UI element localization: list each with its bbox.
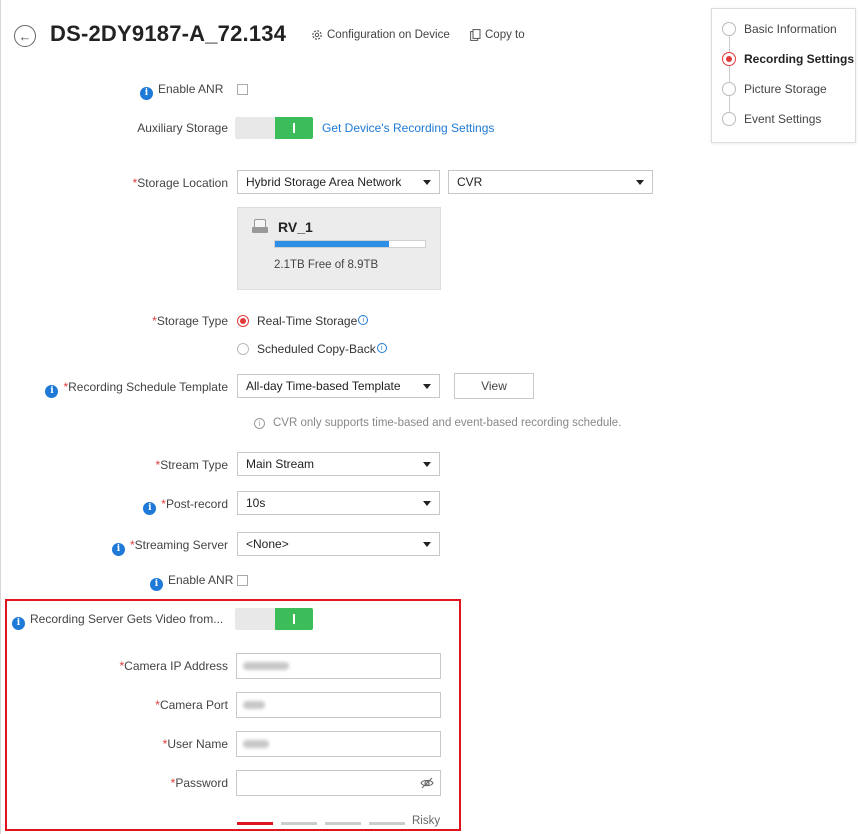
info-icon[interactable]: i: [358, 315, 369, 325]
auxiliary-storage-toggle[interactable]: [235, 117, 313, 139]
copy-to-link[interactable]: Copy to: [470, 29, 525, 41]
nav-item-picture-storage[interactable]: Picture Storage: [722, 82, 827, 96]
view-button[interactable]: View: [454, 373, 534, 399]
nav-item-event-settings[interactable]: Event Settings: [722, 112, 821, 126]
schedule-template-select[interactable]: All-day Time-based Template: [237, 374, 440, 398]
password-strength-segment: [369, 822, 405, 825]
cvr-hint: i CVR only supports time-based and event-…: [254, 417, 621, 429]
caret-down-icon: [423, 461, 431, 467]
password-strength-segment: [281, 822, 317, 825]
info-icon[interactable]: i: [12, 617, 25, 630]
info-icon[interactable]: i: [45, 385, 59, 398]
camera-port-label: *Camera Port: [155, 698, 228, 712]
step-dot-icon: [722, 112, 736, 126]
post-record-label: i *Post-record: [143, 497, 228, 515]
radio-real-time-storage[interactable]: Real-Time Storage i: [237, 314, 369, 328]
caret-down-icon: [636, 179, 644, 185]
storage-card[interactable]: RV_1 2.1TB Free of 8.9TB: [237, 207, 441, 290]
stream-type-select[interactable]: Main Stream: [237, 452, 440, 476]
streaming-server-label: i *Streaming Server: [111, 538, 228, 556]
user-name-label: *User Name: [162, 737, 228, 751]
step-dot-icon: [722, 82, 736, 96]
redacted-value: [243, 662, 289, 670]
configuration-on-device-label: Configuration on Device: [327, 29, 450, 41]
info-icon[interactable]: i: [111, 543, 125, 556]
storage-location-select[interactable]: Hybrid Storage Area Network: [237, 170, 440, 194]
recording-server-label: i Recording Server Gets Video from...: [12, 612, 223, 630]
info-icon[interactable]: i: [150, 578, 163, 591]
auxiliary-storage-label: Auxiliary Storage: [137, 121, 228, 135]
nav-item-basic-information[interactable]: Basic Information: [722, 22, 837, 36]
schedule-template-label: i *Recording Schedule Template: [45, 380, 228, 398]
nav-item-recording-settings[interactable]: Recording Settings: [722, 52, 854, 66]
recording-server-toggle[interactable]: [235, 608, 313, 630]
eye-hidden-icon[interactable]: [420, 777, 434, 789]
arrow-left-icon: ←: [18, 28, 32, 44]
camera-ip-input[interactable]: [236, 653, 441, 679]
copy-icon: [470, 29, 481, 41]
page-title: DS-2DY9187-A_72.134: [50, 21, 287, 46]
get-recording-settings-link[interactable]: Get Device's Recording Settings: [322, 121, 494, 135]
radio-scheduled-copy-back[interactable]: Scheduled Copy-Back i: [237, 342, 387, 356]
camera-ip-label: *Camera IP Address: [119, 659, 229, 673]
storage-name: RV_1: [278, 219, 313, 235]
step-dot-active-icon: [722, 52, 736, 66]
radio-selected-icon: [237, 315, 249, 327]
user-name-input[interactable]: [236, 731, 441, 757]
storage-usage-bar: [274, 240, 426, 248]
info-icon[interactable]: i: [140, 87, 153, 100]
nav-timeline: [729, 35, 730, 123]
page-left-border: [0, 0, 1, 834]
info-icon[interactable]: i: [376, 343, 387, 353]
copy-to-label: Copy to: [485, 29, 525, 41]
stream-type-label: *Stream Type: [155, 458, 228, 472]
info-outline-icon: i: [254, 417, 265, 429]
caret-down-icon: [423, 541, 431, 547]
storage-type-label: *Storage Type: [152, 314, 228, 328]
caret-down-icon: [423, 500, 431, 506]
caret-down-icon: [423, 179, 431, 185]
enable-anr-label: i Enable ANR: [140, 82, 223, 100]
storage-target-select[interactable]: CVR: [448, 170, 653, 194]
password-strength-label: Risky: [412, 815, 441, 827]
radio-unselected-icon: [237, 343, 249, 355]
redacted-value: [243, 701, 265, 709]
caret-down-icon: [423, 383, 431, 389]
streaming-server-select[interactable]: <None>: [237, 532, 440, 556]
section-nav: Basic Information Recording Settings Pic…: [711, 8, 856, 143]
storage-free-text: 2.1TB Free of 8.9TB: [274, 259, 379, 271]
storage-usage-fill: [275, 241, 389, 247]
back-button[interactable]: ←: [14, 25, 36, 47]
enable-anr-checkbox[interactable]: [237, 575, 248, 586]
password-input[interactable]: [236, 770, 441, 796]
step-dot-icon: [722, 22, 736, 36]
password-strength-segment: [237, 822, 273, 825]
enable-anr-label: i Enable ANR: [150, 573, 233, 591]
password-strength-segment: [325, 822, 361, 825]
password-label: *Password: [170, 776, 228, 790]
configuration-on-device-link[interactable]: Configuration on Device: [311, 29, 450, 41]
storage-location-label: *Storage Location: [132, 176, 228, 190]
post-record-select[interactable]: 10s: [237, 491, 440, 515]
info-icon[interactable]: i: [143, 502, 157, 515]
camera-port-input[interactable]: [236, 692, 441, 718]
redacted-value: [243, 740, 269, 748]
hard-disk-icon: [252, 219, 268, 233]
gear-icon: [312, 30, 322, 40]
enable-anr-checkbox[interactable]: [237, 84, 248, 95]
